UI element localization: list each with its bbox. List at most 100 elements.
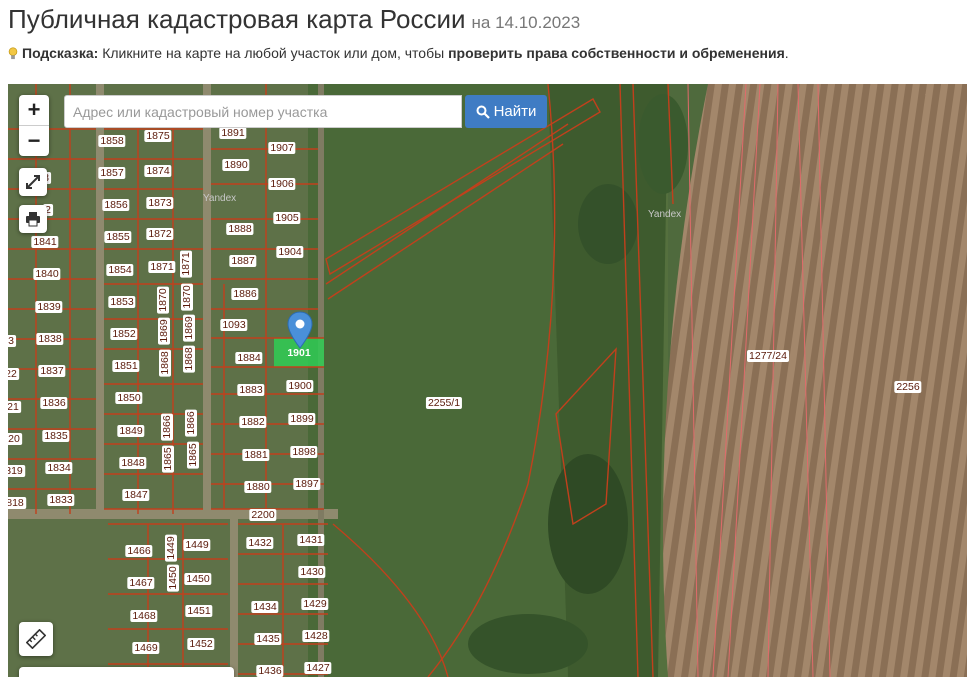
parcel-label[interactable]: 1837 (38, 365, 66, 377)
parcel-label[interactable]: 1905 (273, 212, 301, 224)
parcel-label[interactable]: 1854 (106, 264, 134, 276)
parcel-label[interactable]: 1835 (42, 430, 70, 442)
parcel-label[interactable]: 1900 (286, 380, 314, 392)
parcel-label[interactable]: 1850 (115, 392, 143, 404)
parcel-label[interactable]: 1851 (112, 360, 140, 372)
parcel-label[interactable]: 1866 (185, 409, 197, 437)
parcel-label[interactable]: 1431 (297, 534, 325, 546)
parcel-label[interactable]: 1872 (146, 228, 174, 240)
parcel-label[interactable]: 1871 (180, 250, 192, 278)
parcel-label[interactable]: 20 (8, 433, 22, 445)
parcel-label[interactable]: 1428 (302, 630, 330, 642)
parcel-label[interactable]: 1868 (183, 345, 195, 373)
parcel-label[interactable]: 1430 (298, 566, 326, 578)
watermark-2: Yandex (648, 209, 681, 220)
parcel-label[interactable]: 1884 (235, 352, 263, 364)
parcel-label[interactable]: 1452 (187, 638, 215, 650)
zoom-in-button[interactable]: + (19, 95, 49, 125)
parcel-label[interactable]: 1880 (244, 481, 272, 493)
parcel-label[interactable]: 1449 (183, 539, 211, 551)
parcel-label[interactable]: 1888 (226, 223, 254, 235)
parcel-label[interactable]: 1469 (132, 642, 160, 654)
print-button[interactable] (19, 205, 47, 233)
parcel-label[interactable]: 1858 (98, 135, 126, 147)
parcel-label[interactable]: 1871 (148, 261, 176, 273)
parcel-label[interactable]: 1886 (231, 288, 259, 300)
parcel-label[interactable]: 1869 (183, 314, 195, 342)
parcel-label[interactable]: 1848 (119, 457, 147, 469)
parcel-label[interactable]: 1890 (222, 159, 250, 171)
parcel-label[interactable]: 1869 (158, 317, 170, 345)
parcel-label[interactable]: 1856 (102, 199, 130, 211)
map-date: на 14.10.2023 (471, 13, 581, 32)
parcel-label[interactable]: 1883 (237, 384, 265, 396)
expand-icon (26, 175, 40, 189)
parcel-label[interactable]: 1852 (110, 328, 138, 340)
parcel-label[interactable]: 1874 (144, 165, 172, 177)
parcel-label[interactable]: 1865 (162, 445, 174, 473)
parcel-label[interactable]: 1866 (161, 413, 173, 441)
parcel-label[interactable]: 1865 (187, 441, 199, 469)
parcel-label[interactable]: 1434 (251, 601, 279, 613)
parcel-label[interactable]: 1435 (254, 633, 282, 645)
parcel-label[interactable]: 1451 (185, 605, 213, 617)
parcel-label[interactable]: 2255/1 (425, 397, 463, 409)
parcel-label[interactable]: 818 (8, 497, 26, 509)
parcel-label[interactable]: 1904 (276, 246, 304, 258)
parcel-label[interactable]: 1868 (159, 349, 171, 377)
parcel-label[interactable]: 1449 (165, 534, 177, 562)
parcel-label[interactable]: 1450 (184, 573, 212, 585)
cadastral-map[interactable]: Yandex Yandex 1858 1875 1891 1907 1890 1857 18… (8, 84, 967, 677)
parcel-label[interactable]: 2200 (249, 509, 277, 521)
parcel-label[interactable]: 1887 (229, 255, 257, 267)
parcel-label[interactable]: 21 (8, 401, 21, 413)
parcel-label[interactable]: 1838 (36, 333, 64, 345)
search-icon (476, 105, 490, 119)
parcel-label[interactable]: 1906 (268, 178, 296, 190)
parcel-label[interactable]: 1277/24 (747, 350, 789, 362)
parcel-label[interactable]: 1836 (40, 397, 68, 409)
page-header: Публичная кадастровая карта России на 14.… (8, 4, 580, 35)
search-input[interactable] (64, 95, 462, 128)
parcel-label[interactable]: 1897 (293, 478, 321, 490)
parcel-label[interactable]: 1466 (125, 545, 153, 557)
measure-button[interactable] (19, 622, 53, 656)
parcel-label[interactable]: 1432 (246, 537, 274, 549)
parcel-label[interactable]: 1849 (117, 425, 145, 437)
find-button[interactable]: Найти (465, 95, 547, 128)
hint-bar: Подсказка: Кликните на карте на любой уч… (8, 45, 789, 61)
parcel-label[interactable]: 319 (8, 465, 25, 477)
parcel-label[interactable]: 1855 (104, 231, 132, 243)
parcel-label[interactable]: 1875 (144, 130, 172, 142)
parcel-label[interactable]: 1427 (304, 662, 332, 674)
parcel-label[interactable]: 1467 (127, 577, 155, 589)
parcel-label[interactable]: 1833 (47, 494, 75, 506)
parcel-label[interactable]: 1853 (108, 296, 136, 308)
parcel-label[interactable]: 1841 (31, 236, 59, 248)
parcel-label[interactable]: 1899 (288, 413, 316, 425)
zoom-out-button[interactable]: − (19, 126, 49, 156)
parcel-label[interactable]: 1429 (301, 598, 329, 610)
parcel-label[interactable]: 1907 (268, 142, 296, 154)
parcel-label[interactable]: 22 (8, 368, 19, 380)
parcel-label[interactable]: 1898 (290, 446, 318, 458)
parcel-label[interactable]: 1468 (130, 610, 158, 622)
parcel-label[interactable]: 1870 (181, 283, 193, 311)
location-pin-icon[interactable] (287, 311, 313, 349)
parcel-label[interactable]: 1873 (146, 197, 174, 209)
parcel-label[interactable]: 1881 (242, 449, 270, 461)
fullscreen-button[interactable] (19, 168, 47, 196)
parcel-label[interactable]: 1847 (122, 489, 150, 501)
parcel-label[interactable]: 3 (8, 335, 16, 347)
parcel-label[interactable]: 2256 (894, 381, 922, 393)
parcel-label[interactable]: 1840 (33, 268, 61, 280)
parcel-label[interactable]: 1857 (98, 167, 126, 179)
parcel-label[interactable]: 1834 (45, 462, 73, 474)
parcel-label[interactable]: 1093 (220, 319, 248, 331)
parcel-label[interactable]: 1436 (256, 665, 284, 677)
parcel-label[interactable]: 1839 (35, 301, 63, 313)
parcel-label[interactable]: 1882 (239, 416, 267, 428)
parcel-label[interactable]: 1891 (219, 127, 247, 139)
parcel-label[interactable]: 1870 (157, 286, 169, 314)
parcel-label[interactable]: 1450 (167, 564, 179, 592)
